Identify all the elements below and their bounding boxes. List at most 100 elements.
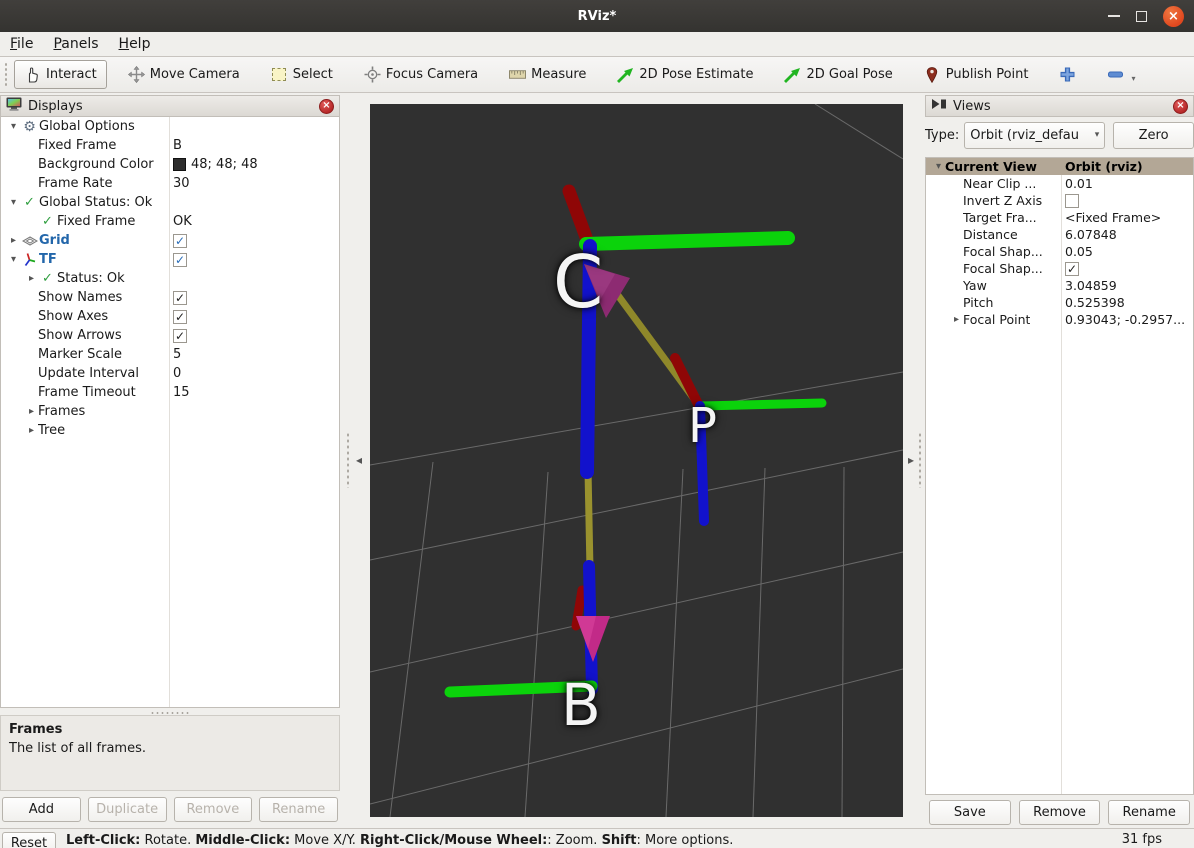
checkbox[interactable]: ✓ [173,310,187,324]
tool-focus-camera[interactable]: Focus Camera [354,60,488,89]
property-value[interactable]: ✓ [173,291,187,305]
displays-row-frame-timeout[interactable]: Frame Timeout15 [1,383,339,402]
views-row-current-view[interactable]: ▾Current ViewOrbit (rviz) [926,158,1193,175]
property-value[interactable]: ✓ [1065,262,1079,276]
tool-plus[interactable] [1049,60,1086,89]
property-value[interactable]: 0.01 [1065,176,1093,191]
displays-panel-header[interactable]: Displays × [0,95,340,117]
displays-row-grid[interactable]: ▸Grid✓ [1,231,339,250]
displays-row-frame-rate[interactable]: Frame Rate30 [1,174,339,193]
displays-tree: ▾⚙Global OptionsFixed FrameBBackground C… [0,117,340,708]
property-value[interactable]: 0.93043; -0.2957... [1065,312,1185,327]
property-value[interactable]: 3.04859 [1065,278,1117,293]
views-save-button[interactable]: Save [929,800,1011,825]
collapse-arrow-icon[interactable]: ▸ [950,314,963,325]
displays-row-show-names[interactable]: Show Names✓ [1,288,339,307]
views-row-yaw[interactable]: Yaw3.04859 [926,277,1193,294]
minimize-icon[interactable] [1108,15,1120,17]
render-viewport[interactable]: C P B [370,104,903,817]
property-value[interactable]: 48; 48; 48 [173,157,258,172]
collapse-right-arrow-icon[interactable]: ▸ [908,453,914,467]
displays-row-global-options[interactable]: ▾⚙Global Options [1,117,339,136]
displays-row-background-color[interactable]: Background Color48; 48; 48 [1,155,339,174]
property-value[interactable]: ✓ [173,310,187,324]
tool-publish-point[interactable]: Publish Point [914,60,1039,89]
property-value[interactable]: 30 [173,176,190,191]
checkbox[interactable]: ✓ [1065,262,1079,276]
expand-arrow-icon[interactable]: ▾ [7,254,20,265]
displays-row-fixed-frame[interactable]: Fixed FrameB [1,136,339,155]
toolbar-drag-handle[interactable] [4,62,8,88]
collapse-arrow-icon[interactable]: ▸ [25,425,38,436]
expand-arrow-icon[interactable]: ▾ [7,121,20,132]
views-close-icon[interactable]: × [1173,99,1188,114]
view-type-dropdown[interactable]: Orbit (rviz_defau ▾ [964,122,1105,149]
displays-row-status-ok[interactable]: ▸✓Status: Ok [1,269,339,288]
checkbox[interactable]: ✓ [173,253,187,267]
close-icon[interactable]: × [1163,6,1184,27]
tool-select[interactable]: Select [261,60,343,89]
menu-file[interactable]: File [8,34,43,54]
property-value[interactable]: 15 [173,385,190,400]
property-value[interactable]: 5 [173,347,181,362]
maximize-icon[interactable] [1136,11,1147,22]
displays-row-update-interval[interactable]: Update Interval0 [1,364,339,383]
displays-row-frames[interactable]: ▸Frames [1,402,339,421]
property-value[interactable]: 0.05 [1065,244,1093,259]
property-value[interactable]: <Fixed Frame> [1065,210,1161,225]
views-row-focal-point[interactable]: ▸Focal Point0.93043; -0.2957... [926,311,1193,328]
views-row-near-clip-[interactable]: Near Clip ...0.01 [926,175,1193,192]
zero-button[interactable]: Zero [1113,122,1194,149]
checkbox[interactable]: ✓ [173,234,187,248]
expand-arrow-icon[interactable]: ▾ [7,197,20,208]
left-splitter-dots[interactable] [346,432,350,488]
tool-minus[interactable]: ▾ [1097,60,1145,89]
displays-add-button[interactable]: Add [2,797,81,822]
tool-move-camera[interactable]: Move Camera [118,60,250,89]
property-value[interactable]: OK [173,214,192,229]
titlebar[interactable]: RViz* × [0,0,1194,32]
property-value[interactable]: 0 [173,366,181,381]
collapse-arrow-icon[interactable]: ▸ [7,235,20,246]
collapse-arrow-icon[interactable]: ▸ [25,273,38,284]
displays-row-tf[interactable]: ▾TF✓ [1,250,339,269]
property-value[interactable]: ✓ [173,329,187,343]
property-value[interactable]: B [173,138,182,153]
views-row-focal-shap-[interactable]: Focal Shap...✓ [926,260,1193,277]
views-row-focal-shap-[interactable]: Focal Shap...0.05 [926,243,1193,260]
property-value[interactable]: 0.525398 [1065,295,1125,310]
menu-panels[interactable]: Panels [51,34,108,54]
checkbox[interactable]: ✓ [173,291,187,305]
views-row-distance[interactable]: Distance6.07848 [926,226,1193,243]
displays-row-marker-scale[interactable]: Marker Scale5 [1,345,339,364]
views-row-pitch[interactable]: Pitch0.525398 [926,294,1193,311]
checkbox[interactable] [1065,194,1079,208]
property-value[interactable]: ✓ [173,253,187,267]
views-row-target-fra-[interactable]: Target Fra...<Fixed Frame> [926,209,1193,226]
displays-row-tree[interactable]: ▸Tree [1,421,339,440]
tool-2d-goal-pose[interactable]: 2D Goal Pose [774,60,902,89]
displays-row-show-arrows[interactable]: Show Arrows✓ [1,326,339,345]
reset-button[interactable]: Reset [2,832,56,848]
displays-row-show-axes[interactable]: Show Axes✓ [1,307,339,326]
menu-help[interactable]: Help [117,34,161,54]
property-value[interactable]: 6.07848 [1065,227,1117,242]
tool-measure[interactable]: Measure [499,60,596,89]
displays-close-icon[interactable]: × [319,99,334,114]
expand-arrow-icon[interactable]: ▾ [932,161,945,172]
views-panel-header[interactable]: Views × [925,95,1194,117]
displays-row-global-status-ok[interactable]: ▾✓Global Status: Ok [1,193,339,212]
tool-2d-pose-estimate[interactable]: 2D Pose Estimate [607,60,763,89]
property-value[interactable]: ✓ [173,234,187,248]
collapse-left-arrow-icon[interactable]: ◂ [356,453,362,467]
collapse-arrow-icon[interactable]: ▸ [25,406,38,417]
property-value[interactable]: Orbit (rviz) [1065,159,1143,174]
tool-interact[interactable]: Interact [14,60,107,89]
property-value[interactable] [1065,194,1079,208]
checkbox[interactable]: ✓ [173,329,187,343]
displays-row-fixed-frame[interactable]: ✓Fixed FrameOK [1,212,339,231]
right-splitter-dots[interactable] [918,432,922,488]
views-remove-button[interactable]: Remove [1019,800,1101,825]
views-rename-button[interactable]: Rename [1108,800,1190,825]
views-row-invert-z-axis[interactable]: Invert Z Axis [926,192,1193,209]
